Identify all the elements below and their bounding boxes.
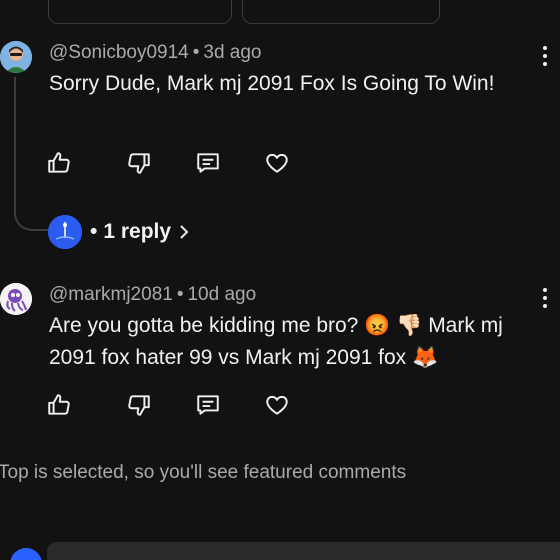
view-replies-button[interactable]: • 1 reply bbox=[48, 214, 191, 250]
replies-count-label[interactable]: 1 reply bbox=[103, 220, 171, 244]
meta-separator: • bbox=[176, 284, 184, 305]
comment-1-reply-button[interactable] bbox=[193, 148, 223, 178]
comment-1-meta: @Sonicboy0914 • 3d ago bbox=[49, 42, 262, 64]
comment-2-dislike-button[interactable] bbox=[124, 390, 154, 420]
add-comment-input[interactable] bbox=[47, 542, 560, 560]
comment-2-reply-button[interactable] bbox=[193, 390, 223, 420]
fox-emoji: 🦊 bbox=[412, 346, 439, 369]
comment-1-body: Sorry Dude, Mark mj 2091 Fox Is Going To… bbox=[49, 72, 495, 95]
thumbs-down-icon bbox=[128, 153, 150, 174]
comment-icon bbox=[197, 395, 219, 415]
comment-1-author[interactable]: @Sonicboy0914 bbox=[49, 42, 189, 63]
chevron-right-icon bbox=[180, 225, 189, 239]
comment-2-heart-button[interactable] bbox=[262, 390, 292, 420]
dot bbox=[543, 62, 547, 66]
thumbs-up-icon bbox=[48, 152, 70, 173]
comment-1-like-button[interactable] bbox=[44, 148, 74, 178]
comments-panel: @Sonicboy0914 • 3d ago Sorry Dude, Mark mj… bbox=[0, 0, 560, 560]
comment-icon bbox=[197, 153, 219, 173]
comment-1-heart-button[interactable] bbox=[262, 148, 292, 178]
comment-2-more-button[interactable] bbox=[537, 286, 553, 310]
avatar-markmj[interactable] bbox=[0, 283, 32, 315]
comment-2-like-button[interactable] bbox=[44, 390, 74, 420]
thumbs-down-icon bbox=[128, 395, 150, 416]
comment-2-time[interactable]: 10d ago bbox=[187, 284, 256, 305]
current-user-avatar bbox=[10, 548, 42, 560]
heart-icon bbox=[266, 395, 288, 415]
dot bbox=[543, 304, 547, 308]
avatar-markmj-image bbox=[0, 283, 32, 315]
dot bbox=[543, 46, 547, 50]
dot bbox=[543, 296, 547, 300]
top-left-button[interactable] bbox=[48, 0, 232, 24]
comment-1-time[interactable]: 3d ago bbox=[203, 42, 261, 63]
thumbs-down-emoji: 👎🏻 bbox=[396, 314, 423, 337]
thumbs-up-icon bbox=[48, 394, 70, 415]
avatar-sonicboy-image bbox=[0, 41, 32, 73]
avatar-sonicboy[interactable] bbox=[0, 41, 32, 73]
reply-avatar-image bbox=[48, 215, 82, 249]
comment-1-more-button[interactable] bbox=[537, 44, 553, 68]
comment-1-dislike-button[interactable] bbox=[124, 148, 154, 178]
heart-icon bbox=[266, 153, 288, 173]
dot bbox=[543, 288, 547, 292]
sort-info-text: Top is selected, so you'll see featured … bbox=[0, 462, 407, 483]
angry-emoji: 😡 bbox=[364, 314, 391, 337]
reply-thread-line bbox=[14, 77, 48, 231]
comment-2-text-part1: Are you gotta be kidding me bro? bbox=[49, 314, 365, 337]
reply-avatar bbox=[48, 215, 82, 249]
meta-separator: • bbox=[192, 42, 200, 63]
comment-2-body: Are you gotta be kidding me bro? 😡 👎🏻 Ma… bbox=[49, 310, 529, 374]
dot bbox=[543, 54, 547, 58]
comment-2-author[interactable]: @markmj2081 bbox=[49, 284, 173, 305]
comment-2-meta: @markmj2081 • 10d ago bbox=[49, 284, 256, 306]
top-right-button[interactable] bbox=[242, 0, 440, 24]
reply-bullet: • bbox=[90, 220, 98, 243]
